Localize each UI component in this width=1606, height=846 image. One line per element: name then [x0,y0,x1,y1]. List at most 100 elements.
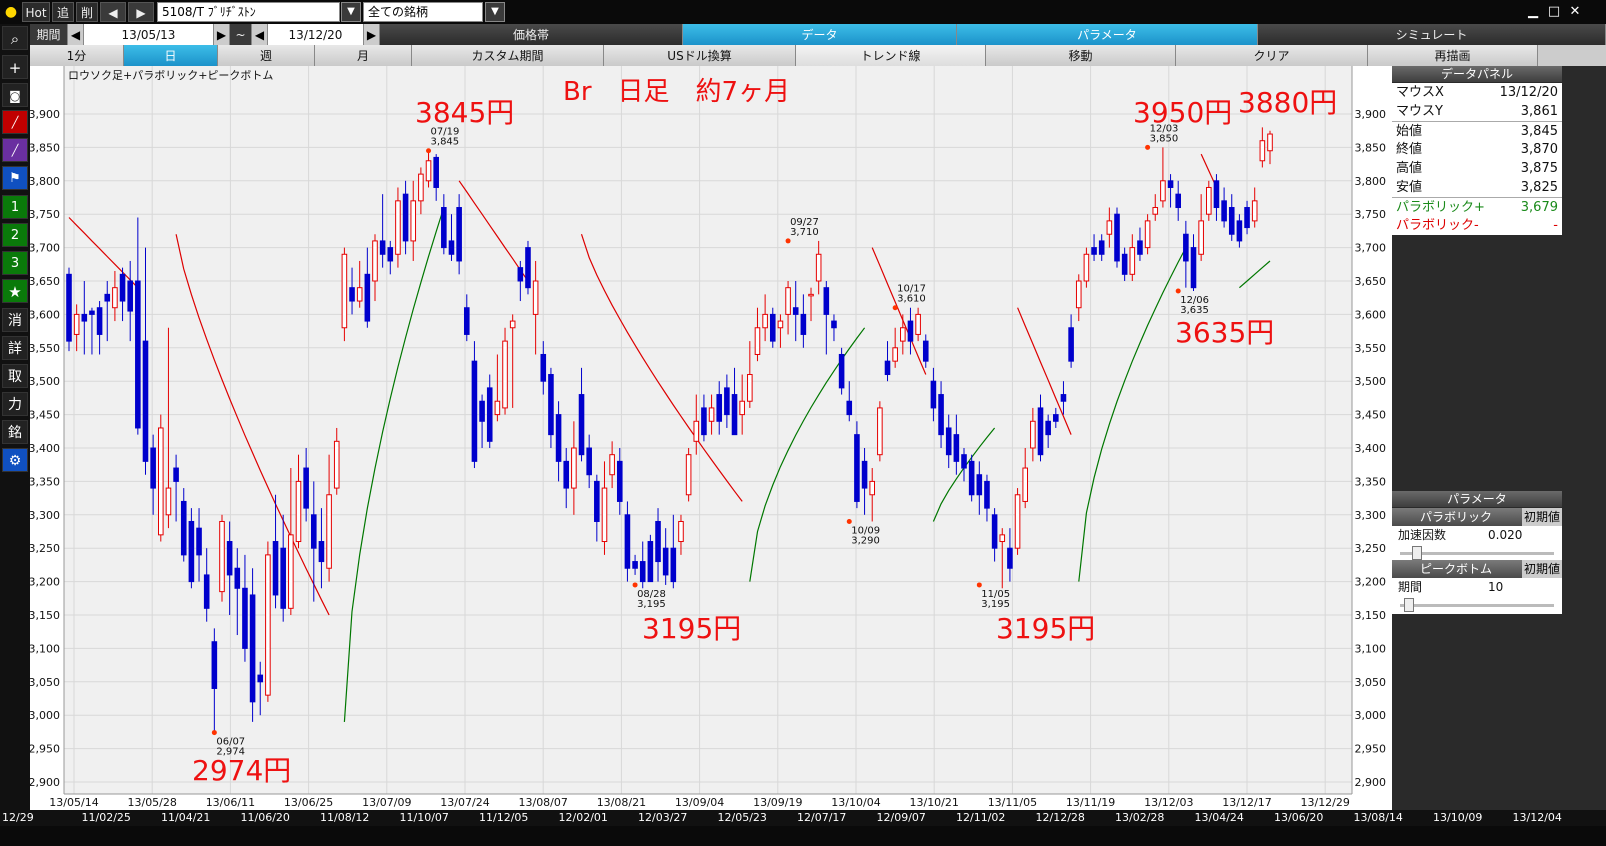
view-weekly-button[interactable]: 週 [218,45,315,67]
candle-down [563,460,570,489]
layout-1-button[interactable]: 1 [2,195,28,219]
y-tick-label-right: 3,750 [1355,208,1387,221]
tab-simulate[interactable]: シミュレート [1258,24,1606,46]
data-value: 3,845 [1520,124,1558,139]
filter-dropdown-icon[interactable]: ▼ [485,2,505,22]
layout-3-button[interactable]: 3 [2,251,28,275]
candle-up [532,280,539,315]
close-icon[interactable]: ✕ [1566,3,1584,21]
candle-down [479,400,485,422]
start-date-input[interactable]: 13/05/13 [84,24,214,46]
candle-up [785,287,791,315]
tab-data[interactable]: データ [683,24,957,46]
end-next-icon[interactable]: ▶ [364,24,380,46]
search-icon[interactable]: ⌕ [2,26,28,50]
parabolic-minus-value: - [1553,218,1558,233]
data-value: 13/12/20 [1499,85,1558,100]
candle-up [425,160,432,182]
redraw-button[interactable]: 再描画 [1368,45,1538,67]
end-date-input[interactable]: 13/12/20 [268,24,364,46]
overview-date-label: 12/02/01 [558,811,608,824]
hot-button[interactable]: Hot [22,2,50,22]
candle-up [410,200,417,242]
layout-2-button[interactable]: 2 [2,223,28,247]
star-icon[interactable]: ★ [2,279,28,303]
peak-reset-button[interactable]: 初期値 [1522,560,1562,578]
candle-down [1228,207,1235,235]
candle-down [1045,420,1051,436]
overview-date-label: 13/02/28 [1115,811,1165,824]
add-button[interactable]: 追 [52,2,74,22]
detail-button[interactable]: 詳 [2,336,28,360]
candlestick-chart[interactable]: 06/072,97407/193,84508/283,19509/273,710… [29,66,1392,810]
view-1min-button[interactable]: 1分 [30,45,124,67]
line-chart-icon[interactable]: ╱ [2,110,28,134]
candle-down [242,587,248,649]
accel-slider-track[interactable] [1400,552,1554,555]
filter-select[interactable]: 全ての銘柄 [363,2,483,22]
symbol-dropdown-icon[interactable]: ▼ [341,2,361,22]
start-prev-icon[interactable]: ◀ [68,24,84,46]
x-tick-label: 13/12/17 [1222,796,1271,809]
clear-button[interactable]: クリア [1176,45,1368,67]
camera-icon[interactable]: ◙ [2,83,28,107]
delete-button[interactable]: 削 [76,2,98,22]
chart-area[interactable]: 06/07 2,974 07/19 3,845 08/28 3,195 09/27 3,710… [29,66,1392,810]
move-button[interactable]: 移動 [986,45,1176,67]
flag-icon[interactable]: ⚑ [2,166,28,190]
trade-button[interactable]: 取 [2,364,28,388]
view-monthly-button[interactable]: 月 [315,45,412,67]
parabolic-reset-button[interactable]: 初期値 [1522,508,1562,526]
end-prev-icon[interactable]: ◀ [252,24,268,46]
candle-up [372,240,378,282]
parabolic-minus-label: パラボリック- [1396,218,1479,233]
y-tick-label-left: 3,100 [30,642,60,655]
x-tick-label: 13/10/04 [831,796,880,809]
candle-down [66,273,72,342]
settings-gear-icon[interactable]: ⚙ [2,448,28,472]
trendline-button[interactable]: トレンド線 [796,45,986,67]
custom-period-button[interactable]: カスタム期間 [412,45,604,67]
candle-up [1075,280,1082,309]
symbol-input[interactable]: 5108/T ﾌﾞﾘﾁﾞｽﾄﾝ [157,2,340,22]
candle-up [693,420,700,442]
view-daily-button[interactable]: 日 [124,45,218,67]
candle-down [616,460,623,502]
tab-parameter[interactable]: パラメータ [957,24,1258,46]
period-slider-handle[interactable] [1404,598,1414,612]
annotation-3195-nov: 3195円 [996,612,1095,645]
overview-date-label: 12/07/17 [797,811,847,824]
maximize-icon[interactable]: □ [1545,3,1563,21]
candle-up [219,520,225,593]
accel-slider-handle[interactable] [1412,546,1422,560]
prev-symbol-button[interactable]: ◀ [100,2,126,22]
minimize-icon[interactable]: ▁ [1524,3,1542,21]
peak-value-label: 3,610 [897,294,926,305]
period-row: 期間 ◀ 13/05/13 ▶ ~ ◀ 13/12/20 ▶ 価格帯 データ パ… [30,24,1606,46]
erase-button[interactable]: 消 [2,308,28,332]
lightbulb-icon[interactable]: ● [2,2,20,22]
candle-down [272,541,279,596]
usd-convert-button[interactable]: USドル換算 [604,45,796,67]
tab-price-range[interactable]: 価格帯 [380,24,683,46]
plus-icon[interactable]: + [2,55,28,79]
x-axis-labels: 13/05/14 13/05/28 13/06/11 13/06/25 13/07/09… [49,796,1350,809]
y-tick-label-left: 3,350 [30,475,60,488]
accel-input[interactable]: 0.020 [1486,526,1562,544]
candle-down [135,280,141,429]
candle-up [1144,220,1151,249]
overview-date-strip[interactable]: 12/29 11/02/25 11/04/21 11/06/20 11/08/12 11/… [0,810,1606,826]
data-row-parabolic-plus: パラボリック+ 3,679 [1392,197,1562,216]
chart-compare-icon[interactable]: ╱ [2,138,28,162]
period-param-input[interactable]: 10 [1486,578,1562,596]
next-symbol-button[interactable]: ▶ [128,2,154,22]
y-tick-label-left: 3,450 [30,409,60,422]
start-next-icon[interactable]: ▶ [214,24,230,46]
candle-up [158,427,164,536]
period-slider-track[interactable] [1400,604,1554,607]
symbol-button[interactable]: 銘 [2,420,28,444]
tilde: ~ [230,24,252,46]
input-button[interactable]: 力 [2,392,28,416]
candle-down [1236,220,1243,242]
candle-up [777,320,784,329]
